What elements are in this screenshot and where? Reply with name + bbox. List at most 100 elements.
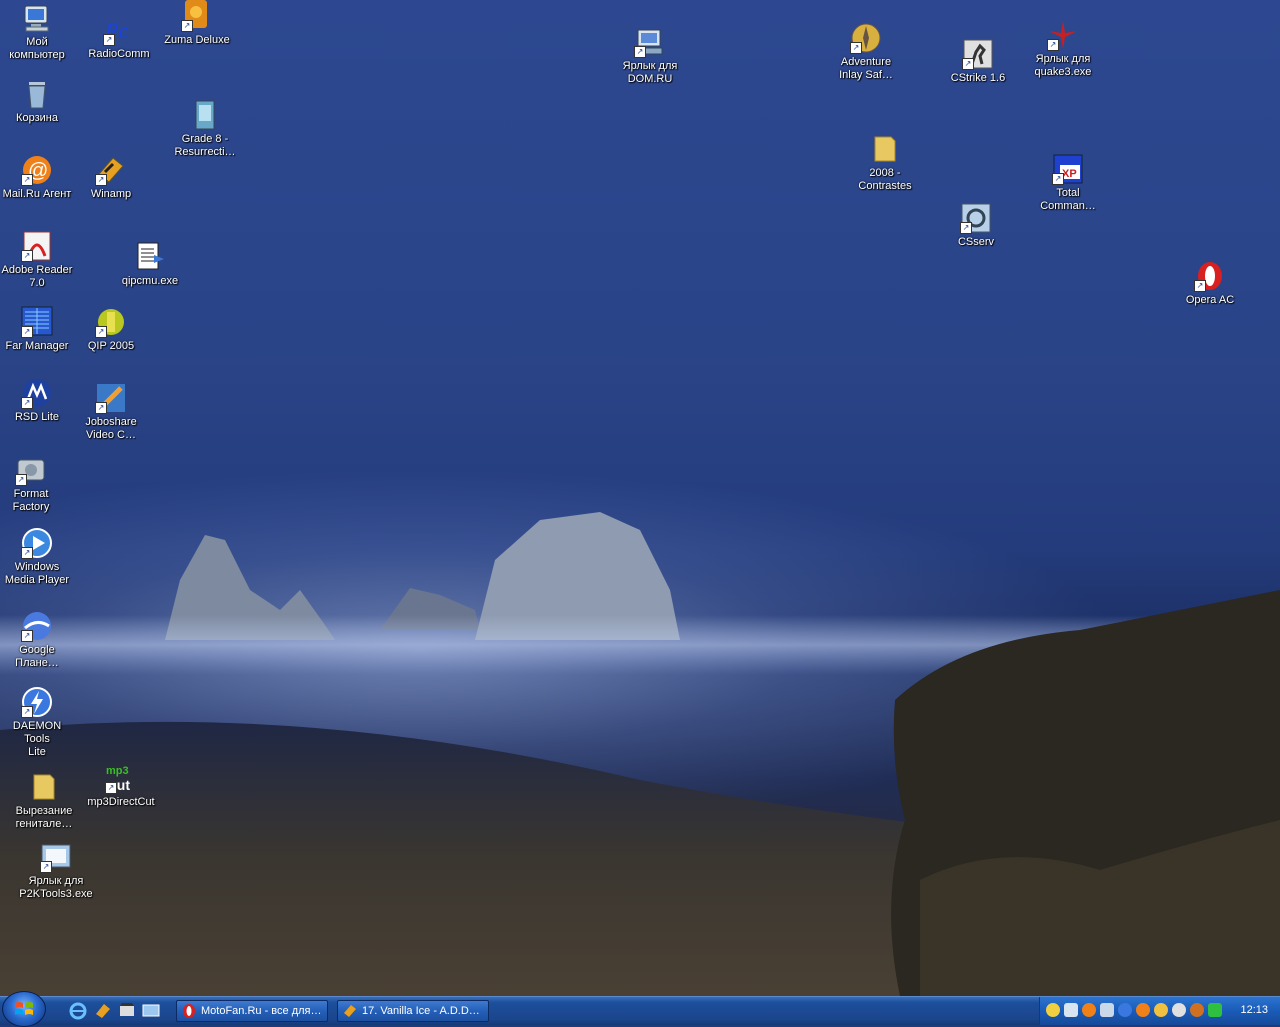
shortcut-arrow-icon: ↗ (95, 174, 107, 186)
winamp-icon[interactable] (94, 1002, 112, 1020)
icon-label: DAEMON Tools Lite (12, 720, 62, 758)
icon-label: Корзина (16, 112, 58, 124)
system-tray: 12:13 (1039, 997, 1280, 1025)
desktop-icon-folder-vyrezanie[interactable]: Вырезание генитале… (6, 771, 82, 831)
desktop-icon-quake3[interactable]: ↗ Ярлык для quake3.exe (1025, 19, 1101, 79)
desktop-icon-mailru-agent[interactable]: @ ↗ Mail.Ru Агент (0, 154, 75, 201)
shortcut-arrow-icon: ↗ (95, 326, 107, 338)
shortcut-arrow-icon: ↗ (21, 174, 33, 186)
desktop-icon-my-computer[interactable]: Мой компьютер (0, 2, 75, 62)
icon-label: Total Comman… (1040, 187, 1096, 212)
desktop-icon-2008-contrastes[interactable]: 2008 - Contrastes (847, 133, 923, 193)
shortcut-arrow-icon: ↗ (962, 58, 974, 70)
shortcut-arrow-icon: ↗ (850, 42, 862, 54)
desktop-icon-adventure-inlay[interactable]: ↗ Adventure Inlay Saf… (828, 22, 904, 82)
icon-label: qipcmu.exe (121, 275, 179, 287)
shortcut-arrow-icon: ↗ (21, 630, 33, 642)
desktop-icon-zuma[interactable]: ↗ Zuma Deluxe (159, 0, 235, 47)
icon-label: RSD Lite (14, 411, 60, 423)
task-label: 17. Vanilla Ice - A.D.D… (362, 1005, 480, 1017)
desktop-icon-p2ktools[interactable]: ↗ Ярлык для P2KTools3.exe (18, 841, 94, 901)
internet-explorer-icon[interactable] (69, 1002, 87, 1020)
desktop-icon-far-manager[interactable]: ↗ Far Manager (0, 306, 75, 353)
desktop-icon-cstrike[interactable]: ↗ CStrike 1.6 (940, 38, 1016, 85)
icon-label: Ярлык для quake3.exe (1034, 53, 1092, 78)
shortcut-arrow-icon: ↗ (1052, 173, 1064, 185)
desktop-icon-adobe-reader[interactable]: ↗ Adobe Reader 7.0 (0, 230, 75, 290)
icon-label: Мой компьютер (9, 36, 65, 61)
qip-smile-icon[interactable] (1046, 1003, 1060, 1017)
icon-label: 2008 - Contrastes (858, 167, 912, 192)
windows-logo-icon (15, 1002, 33, 1015)
network-connections-icon[interactable] (1100, 1003, 1114, 1017)
icon-label: Ярлык для DOM.RU (622, 60, 678, 85)
icon-label: RadioComm (88, 48, 150, 60)
icon-label: QIP 2005 (87, 340, 135, 352)
desktop-icon-recycle-bin[interactable]: Корзина (0, 78, 75, 125)
desktop-icon-google-earth[interactable]: ↗ Google Плане… (0, 610, 75, 670)
icon-label: Zuma Deluxe (164, 34, 230, 46)
taskbar-button-winamp[interactable]: 17. Vanilla Ice - A.D.D… (337, 1000, 489, 1022)
icon-label: Google Плане… (15, 644, 59, 669)
shortcut-arrow-icon: ↗ (634, 46, 646, 58)
svg-text:mp3: mp3 (106, 765, 129, 777)
svg-text:XP: XP (1062, 168, 1077, 180)
desktop-icon-winamp[interactable]: ↗ Winamp (73, 154, 149, 201)
shortcut-arrow-icon: ↗ (181, 20, 193, 32)
daemon-icon[interactable] (1118, 1003, 1132, 1017)
desktop: Мой компьютер Rc ↗ RadioComm ↗ Zuma Delux… (0, 0, 1280, 996)
shortcut-arrow-icon: ↗ (21, 250, 33, 262)
shortcut-arrow-icon: ↗ (105, 782, 117, 794)
desktop-icon-rsd-lite[interactable]: ↗ RSD Lite (0, 377, 75, 424)
taskbar-button-motofan[interactable]: MotoFan.Ru - все для… (176, 1000, 328, 1022)
settings-icon[interactable] (1082, 1003, 1096, 1017)
audio-file-icon (195, 100, 215, 130)
bell-icon[interactable] (1154, 1003, 1168, 1017)
my-computer-icon (24, 5, 49, 32)
desktop-icon-format-factory[interactable]: ↗ Format Factory (0, 454, 69, 514)
icon-label: Windows Media Player (4, 561, 70, 586)
desktop-icon-daemon-tools[interactable]: ↗ DAEMON Tools Lite (0, 686, 75, 759)
icon-label: Ярлык для P2KTools3.exe (19, 875, 93, 900)
shortcut-arrow-icon: ↗ (1047, 39, 1059, 51)
desktop-icon-opera-ac[interactable]: ↗ Opera AC (1172, 260, 1248, 307)
icon-label: Adventure Inlay Saf… (839, 56, 893, 81)
winamp-icon (344, 1005, 356, 1017)
media-icon[interactable] (118, 1002, 136, 1020)
icon-label: Mail.Ru Агент (2, 188, 72, 200)
desktop-icon-joboshare[interactable]: ↗ Joboshare Video C… (73, 382, 149, 442)
shortcut-arrow-icon: ↗ (1194, 280, 1206, 292)
clock[interactable]: 12:13 (1240, 1004, 1268, 1016)
battery-icon[interactable] (1208, 1003, 1222, 1017)
shortcut-arrow-icon: ↗ (21, 397, 33, 409)
icon-label: Joboshare Video C… (85, 416, 137, 441)
task-label: MotoFan.Ru - все для… (201, 1005, 322, 1017)
desktop-icon-qipcmu[interactable]: qipcmu.exe (112, 241, 188, 288)
desktop-icon-total-commander[interactable]: XP ↗ Total Comman… (1030, 153, 1106, 213)
desktop-icon-dom-ru[interactable]: ↗ Ярлык для DOM.RU (612, 26, 688, 86)
taskbar: MotoFan.Ru - все для… 17. Vanilla Ice - … (0, 991, 1280, 1027)
desktop-icon-qip2005[interactable]: ↗ QIP 2005 (73, 306, 149, 353)
network-icon[interactable] (1064, 1003, 1078, 1017)
desktop-icon-grade8[interactable]: Grade 8 - Resurrecti… (167, 99, 243, 159)
desktop-icon-media-player[interactable]: ↗ Windows Media Player (0, 527, 75, 587)
update-icon[interactable] (1172, 1003, 1186, 1017)
recycle-bin-icon (28, 82, 46, 109)
shortcut-arrow-icon: ↗ (960, 222, 972, 234)
icon-label: Far Manager (5, 340, 69, 352)
icon-label: Grade 8 - Resurrecti… (174, 133, 236, 158)
desktop-icon-mp3directcut[interactable]: mp3 cut ↗ mp3DirectCut (83, 762, 159, 809)
folder-icon (33, 774, 55, 800)
desktop-icon-csserv[interactable]: ↗ CSserv (938, 202, 1014, 249)
folder-icon (874, 136, 896, 162)
mailru-icon[interactable] (1136, 1003, 1150, 1017)
icon-label: CSserv (957, 236, 995, 248)
start-button[interactable] (2, 991, 46, 1027)
desktop-icon-radiocomm[interactable]: Rc ↗ RadioComm (81, 14, 157, 61)
shortcut-arrow-icon: ↗ (21, 547, 33, 559)
show-desktop-icon[interactable] (142, 1002, 160, 1020)
shortcut-arrow-icon: ↗ (95, 402, 107, 414)
antivirus-icon[interactable] (1190, 1003, 1204, 1017)
icon-label: CStrike 1.6 (950, 72, 1006, 84)
shortcut-arrow-icon: ↗ (103, 34, 115, 46)
